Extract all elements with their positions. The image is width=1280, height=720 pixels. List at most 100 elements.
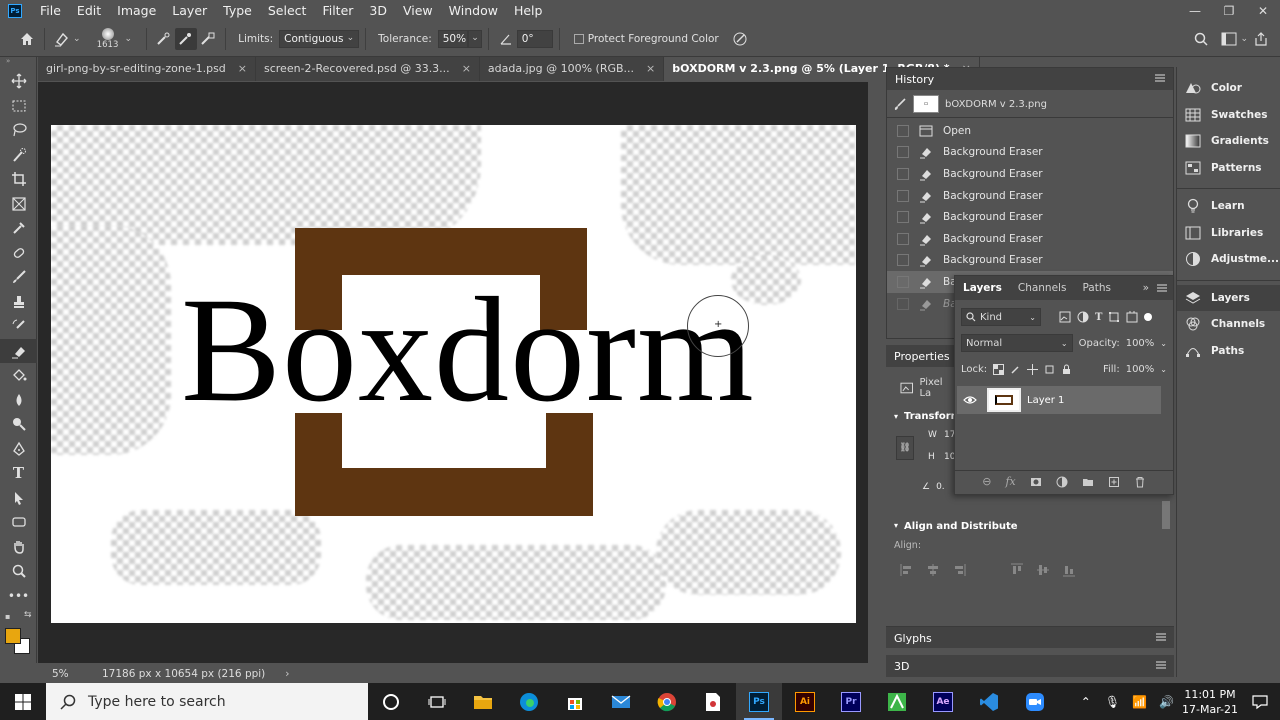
lasso-tool-icon[interactable] (0, 118, 37, 143)
close-icon[interactable]: × (646, 57, 655, 81)
layer-name[interactable]: Layer 1 (1027, 395, 1064, 406)
lock-artboard-icon[interactable] (1044, 364, 1055, 375)
menu-file[interactable]: File (32, 0, 69, 22)
glyphs-title[interactable]: Glyphs (894, 632, 932, 645)
rectangle-tool-icon[interactable] (0, 510, 37, 535)
zoom-app-icon[interactable] (1012, 683, 1058, 720)
frame-tool-icon[interactable] (0, 192, 37, 217)
doc-tab[interactable]: girl-png-by-sr-editing-zone-1.psd × (38, 57, 256, 81)
align-section-header[interactable]: ▾ Align and Distribute (886, 515, 1174, 538)
lock-transparent-icon[interactable] (993, 363, 1005, 375)
zoom-level[interactable]: 5% (38, 668, 98, 680)
history-checkbox[interactable] (897, 124, 909, 137)
pen-tool-icon[interactable] (0, 437, 37, 462)
workspace-chevron-icon[interactable]: ⌄ (1240, 34, 1248, 44)
lock-position-icon[interactable] (1027, 363, 1039, 375)
quick-selection-tool-icon[interactable] (0, 143, 37, 168)
tray-chevron-up-icon[interactable]: ⌃ (1081, 695, 1091, 709)
menu-layer[interactable]: Layer (164, 0, 215, 22)
status-arrow-icon[interactable]: › (285, 668, 289, 680)
document-app-icon[interactable] (690, 683, 736, 720)
paint-bucket-tool-icon[interactable] (0, 363, 37, 388)
healing-brush-tool-icon[interactable] (0, 241, 37, 266)
history-title[interactable]: History (895, 73, 934, 86)
illustrator-taskbar-icon[interactable]: Ai (782, 683, 828, 720)
layer-mask-icon[interactable] (1030, 476, 1042, 488)
history-item[interactable]: Background Eraser (887, 185, 1173, 207)
properties-title[interactable]: Properties (894, 350, 950, 363)
photoshop-logo-icon[interactable]: Ps (8, 4, 22, 18)
filter-shape-icon[interactable] (1108, 311, 1120, 323)
3d-title[interactable]: 3D (894, 660, 909, 673)
panel-libraries[interactable]: Libraries (1177, 220, 1280, 247)
panel-color[interactable]: Color (1177, 75, 1280, 102)
tab-channels[interactable]: Channels (1010, 282, 1075, 294)
limits-select[interactable]: Contiguous ⌄ (279, 30, 360, 48)
collapse-tools-icon[interactable]: » (0, 57, 36, 69)
tolerance-slider-toggle[interactable]: ⌄ (467, 30, 482, 48)
fill-input[interactable]: 100% (1126, 364, 1155, 375)
type-tool-icon[interactable]: T (0, 461, 37, 486)
filter-smart-object-icon[interactable] (1126, 311, 1138, 323)
delete-layer-icon[interactable] (1134, 476, 1146, 488)
history-snapshot[interactable]: ▭ bOXDORM v 2.3.png (887, 93, 1173, 115)
panel-adjustments[interactable]: Adjustme... (1177, 246, 1280, 273)
align-middle-v-icon[interactable] (1036, 563, 1050, 577)
dodge-tool-icon[interactable] (0, 412, 37, 437)
history-checkbox[interactable] (897, 167, 909, 180)
menu-edit[interactable]: Edit (69, 0, 109, 22)
new-layer-icon[interactable] (1108, 476, 1120, 488)
file-explorer-icon[interactable] (460, 683, 506, 720)
history-checkbox[interactable] (897, 146, 909, 159)
after-effects-taskbar-icon[interactable]: Ae (920, 683, 966, 720)
foreground-color-swatch[interactable] (5, 628, 21, 644)
preset-chevron-icon[interactable]: ⌄ (73, 34, 81, 44)
background-eraser-tool-icon[interactable] (0, 338, 37, 363)
share-icon[interactable] (1250, 28, 1272, 50)
fill-chevron-icon[interactable]: ⌄ (1160, 365, 1167, 374)
menu-window[interactable]: Window (441, 0, 506, 22)
layer-row[interactable]: Layer 1 (957, 386, 1161, 414)
panel-layers[interactable]: Layers (1177, 284, 1280, 311)
wifi-icon[interactable]: 📶 (1132, 695, 1147, 709)
vscode-icon[interactable] (966, 683, 1012, 720)
history-item[interactable]: Background Eraser (887, 206, 1173, 228)
lock-image-icon[interactable] (1010, 364, 1021, 375)
panel-menu-icon[interactable] (1155, 73, 1165, 83)
tab-paths[interactable]: Paths (1074, 282, 1119, 294)
workspace-icon[interactable] (1218, 28, 1240, 50)
align-top-icon[interactable] (1010, 563, 1024, 577)
kind-filter-select[interactable]: Kind ⌄ (961, 308, 1041, 326)
history-item[interactable]: Open (887, 120, 1173, 142)
restore-icon[interactable]: ❐ (1212, 4, 1246, 18)
panel-menu-icon[interactable] (1156, 660, 1166, 670)
cortana-icon[interactable] (368, 683, 414, 720)
spreadsheet-app-icon[interactable] (874, 683, 920, 720)
history-checkbox[interactable] (897, 232, 909, 245)
panel-paths[interactable]: Paths (1177, 338, 1280, 365)
doc-tab[interactable]: adada.jpg @ 100% (RGB... × (480, 57, 665, 81)
adjustment-layer-icon[interactable] (1056, 476, 1068, 488)
filter-pixel-icon[interactable] (1059, 311, 1071, 323)
background-eraser-preset-icon[interactable] (51, 28, 73, 50)
panel-channels[interactable]: Channels (1177, 311, 1280, 338)
mic-icon[interactable]: 🎙 (1105, 695, 1120, 709)
panel-swatches[interactable]: Swatches (1177, 102, 1280, 129)
close-icon[interactable]: × (238, 57, 247, 81)
menu-type[interactable]: Type (215, 0, 260, 22)
filter-type-icon[interactable]: T (1095, 312, 1102, 323)
mail-icon[interactable] (598, 683, 644, 720)
brush-tool-icon[interactable] (0, 265, 37, 290)
doc-tab[interactable]: screen-2-Recovered.psd @ 33.3... × (256, 57, 480, 81)
history-checkbox[interactable] (897, 189, 909, 202)
protect-foreground-checkbox[interactable] (573, 34, 584, 44)
start-button[interactable] (0, 683, 46, 720)
clone-stamp-tool-icon[interactable] (0, 290, 37, 315)
panel-gradients[interactable]: Gradients (1177, 128, 1280, 155)
sampling-continuous-icon[interactable] (153, 28, 175, 50)
blend-mode-select[interactable]: Normal ⌄ (961, 334, 1073, 352)
taskbar-search[interactable]: Type here to search (46, 683, 368, 720)
menu-view[interactable]: View (395, 0, 441, 22)
panel-patterns[interactable]: Patterns (1177, 155, 1280, 182)
align-left-icon[interactable] (900, 563, 914, 577)
